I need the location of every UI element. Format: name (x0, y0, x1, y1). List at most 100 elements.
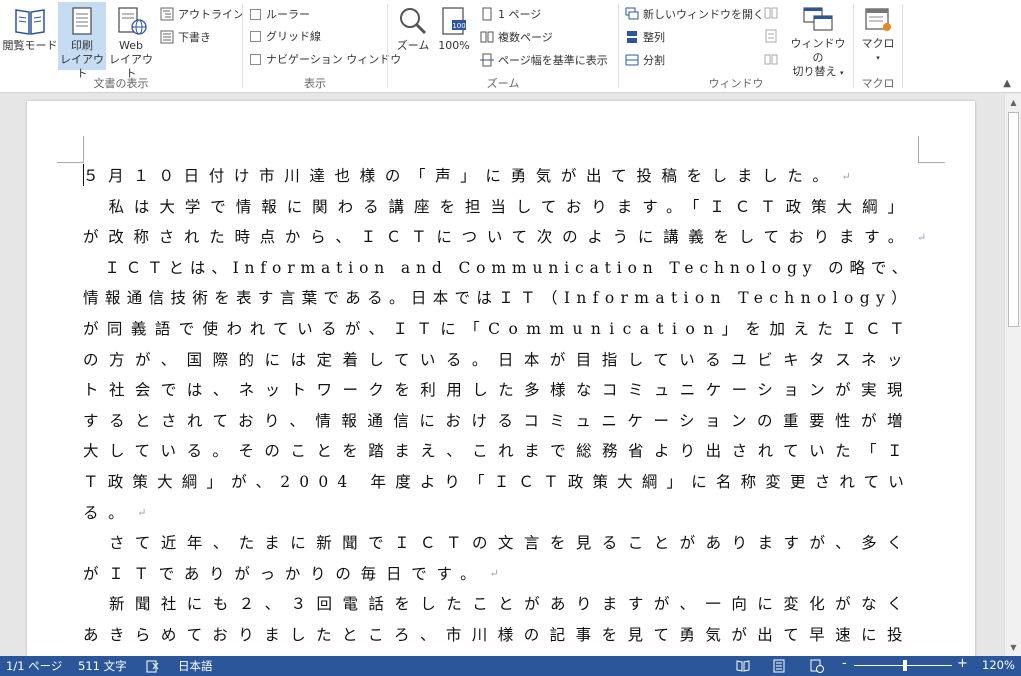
switch-window-button[interactable]: ウィンドウの 切り替え ▾ (789, 2, 847, 78)
ruler-check-box[interactable] (250, 8, 261, 20)
macros-button[interactable]: マクロ ▾ (858, 2, 898, 68)
line-text: が改称された時点から、ＩＣＴについて次のように講義をしております。 (83, 228, 913, 247)
zoom-button[interactable]: ズーム (392, 2, 434, 62)
nav-pane-check-box[interactable] (250, 53, 261, 65)
read-mode-button[interactable]: 閲覧モード (2, 2, 58, 70)
ruler-checkbox[interactable]: ルーラー (250, 4, 310, 24)
paragraph-mark-icon: ↵ (841, 169, 851, 183)
book-icon (15, 9, 45, 35)
arrange-label: 整列 (643, 31, 665, 44)
document-line[interactable]: がＩＴでありがっかりの毎日です。 ↵ (83, 559, 923, 590)
line-text: ト社会では、ネットワークを利用した多様なコミュニケーションが実現 (83, 381, 913, 400)
line-text: するとされており、情報通信におけるコミュニケーションの重要性が増 (83, 411, 913, 430)
switch-window-label-1: ウィンドウの (790, 37, 846, 64)
web-layout-button[interactable]: Web レイアウト (106, 2, 156, 80)
one-page-button[interactable]: 1 ページ (480, 4, 541, 24)
status-bar: 1/1 ページ 511 文字 日本語 - + 120% (0, 656, 1021, 676)
paragraph-mark-icon: ↵ (137, 506, 147, 520)
document-line[interactable]: 情報通信技術を表す言葉である。日本ではＩＴ（Information Techno… (83, 283, 923, 314)
svg-text:100: 100 (452, 22, 465, 30)
zoom-label: ズーム (396, 39, 430, 52)
sync-scroll-icon[interactable] (764, 29, 778, 43)
zoom-slider-thumb[interactable] (903, 660, 907, 671)
vertical-scrollbar[interactable]: ▲ ▼ (1004, 94, 1021, 656)
ribbon: 閲覧モード 印刷 レイアウト Web レイアウト アウトライン 下書き 文書の表… (0, 0, 1021, 93)
line-text: あきらめておりましたところ、市川様の記事を見て勇気が出て早速に投 (83, 625, 913, 644)
document-line[interactable]: 大している。そのことを踏まえ、これまで総務省より出されていた「Ｉ (83, 436, 923, 467)
page-icon (72, 7, 92, 35)
print-layout-button[interactable]: 印刷 レイアウト (58, 2, 106, 80)
scroll-thumb[interactable] (1008, 112, 1019, 327)
word-count[interactable]: 511 文字 (78, 658, 127, 674)
new-window-label: 新しいウィンドウを開く (643, 8, 764, 21)
group-window: 新しいウィンドウを開く 整列 分割 ウィンドウの 切り替え ▾ ウィンドウ (619, 0, 853, 93)
group-label-views: 文書の表示 (93, 77, 149, 90)
zoom-100-button[interactable]: 100 100% (435, 2, 473, 62)
gridlines-checkbox[interactable]: グリッド線 (250, 26, 321, 46)
print-layout-view-icon[interactable] (772, 659, 786, 673)
read-mode-view-icon[interactable] (736, 659, 750, 673)
document-line[interactable]: の方が、国際的には定着している。日本が目指しているユビキタスネッ (83, 345, 923, 376)
line-text: ５月１０日付け市川達也様の「声」に勇気が出て投稿をしました。 (83, 167, 838, 185)
multi-page-button[interactable]: 複数ページ (480, 27, 553, 47)
proofing-icon[interactable] (146, 659, 160, 673)
web-layout-label-1: Web (119, 39, 143, 52)
paragraph-mark-icon: ↵ (917, 230, 927, 244)
outline-button[interactable]: アウトライン (160, 4, 244, 24)
document-line[interactable]: ト社会では、ネットワークを利用した多様なコミュニケーションが実現 (83, 375, 923, 406)
switch-window-icon (803, 7, 833, 31)
document-text[interactable]: ５月１０日付け市川達也様の「声」に勇気が出て投稿をしました。 ↵ 私は大学で情報に… (83, 161, 927, 651)
line-text: さて近年、たまに新聞でＩＣＴの文言を見ることがありますが、多く (83, 534, 913, 553)
group-label-macros: マクロ (861, 77, 895, 90)
document-line[interactable]: ＩＣＴとは、Information and Communication Tech… (83, 253, 923, 284)
split-button[interactable]: 分割 (625, 50, 665, 70)
side-by-side-icon[interactable] (764, 6, 778, 20)
page-count[interactable]: 1/1 ページ (6, 658, 62, 674)
arrange-button[interactable]: 整列 (625, 27, 665, 47)
new-window-button[interactable]: 新しいウィンドウを開く (625, 4, 764, 24)
zoom-out-button[interactable]: - (842, 656, 847, 671)
group-show: ルーラー グリッド線 ナビゲーション ウィンドウ 表示 (243, 0, 401, 93)
document-area[interactable]: ５月１０日付け市川達也様の「声」に勇気が出て投稿をしました。 ↵ 私は大学で情報に… (0, 94, 1004, 656)
document-line[interactable]: が同義語で使われているが、ＩＴに「Communication」を加えたＩＣＴ (83, 314, 923, 345)
document-line[interactable]: 私は大学で情報に関わる講座を担当しております。「ＩＣＴ政策大綱」 (83, 192, 923, 223)
paragraph-mark-icon: ↵ (489, 567, 499, 581)
line-text: が同義語で使われているが、ＩＴに「Communication」を加えたＩＣＴ (83, 319, 913, 338)
read-mode-label: 閲覧モード (2, 39, 58, 52)
document-line[interactable]: が改称された時点から、ＩＣＴについて次のように講義をしております。 ↵ (83, 222, 927, 253)
scroll-down-icon[interactable]: ▼ (1006, 640, 1021, 655)
document-page[interactable]: ５月１０日付け市川達也様の「声」に勇気が出て投稿をしました。 ↵ 私は大学で情報に… (27, 101, 975, 656)
outline-icon (160, 7, 174, 21)
zoom-in-button[interactable]: + (957, 656, 968, 671)
document-line[interactable]: あきらめておりましたところ、市川様の記事を見て勇気が出て早速に投 (83, 620, 923, 651)
reset-position-icon[interactable] (764, 52, 778, 66)
line-text: がＩＴでありがっかりの毎日です。 (83, 564, 486, 583)
document-line[interactable]: る。 ↵ (83, 498, 923, 529)
document-line[interactable]: 新聞社にも２、３回電話をしたことがありますが、一向に変化がなく (83, 589, 923, 620)
group-views: 閲覧モード 印刷 レイアウト Web レイアウト アウトライン 下書き 文書の表… (0, 0, 244, 93)
line-text: 私は大学で情報に関わる講座を担当しております。「ＩＣＴ政策大綱」 (83, 197, 913, 216)
scroll-up-icon[interactable]: ▲ (1006, 95, 1021, 110)
line-text: Ｔ政策大綱」が、2004 年度より「ＩＣＴ政策大綱」に名称変更されてい (83, 472, 913, 491)
crop-mark (57, 136, 84, 163)
document-line[interactable]: するとされており、情報通信におけるコミュニケーションの重要性が増 (83, 406, 923, 437)
collapse-ribbon-icon[interactable]: ▲ (1003, 78, 1011, 89)
document-line[interactable]: さて近年、たまに新聞でＩＣＴの文言を見ることがありますが、多く (83, 528, 923, 559)
macro-icon (865, 8, 891, 31)
gridlines-check-box[interactable] (250, 30, 261, 42)
line-text: 新聞社にも２、３回電話をしたことがありますが、一向に変化がなく (83, 595, 913, 614)
document-line[interactable]: ５月１０日付け市川達也様の「声」に勇気が出て投稿をしました。 ↵ (83, 161, 923, 192)
language-indicator[interactable]: 日本語 (178, 658, 213, 674)
document-line[interactable]: Ｔ政策大綱」が、2004 年度より「ＩＣＴ政策大綱」に名称変更されてい (83, 467, 923, 498)
page-width-button[interactable]: ページ幅を基準に表示 (480, 50, 608, 70)
draft-button[interactable]: 下書き (160, 27, 211, 47)
group-label-show: 表示 (304, 77, 326, 90)
nav-pane-checkbox[interactable]: ナビゲーション ウィンドウ (250, 49, 401, 69)
crop-mark (918, 136, 945, 163)
divider (902, 4, 903, 88)
split-icon (625, 54, 639, 66)
gridlines-label: グリッド線 (266, 30, 321, 43)
nav-pane-label: ナビゲーション ウィンドウ (266, 53, 402, 66)
web-layout-view-icon[interactable] (810, 659, 824, 673)
zoom-level[interactable]: 120% (982, 658, 1015, 672)
